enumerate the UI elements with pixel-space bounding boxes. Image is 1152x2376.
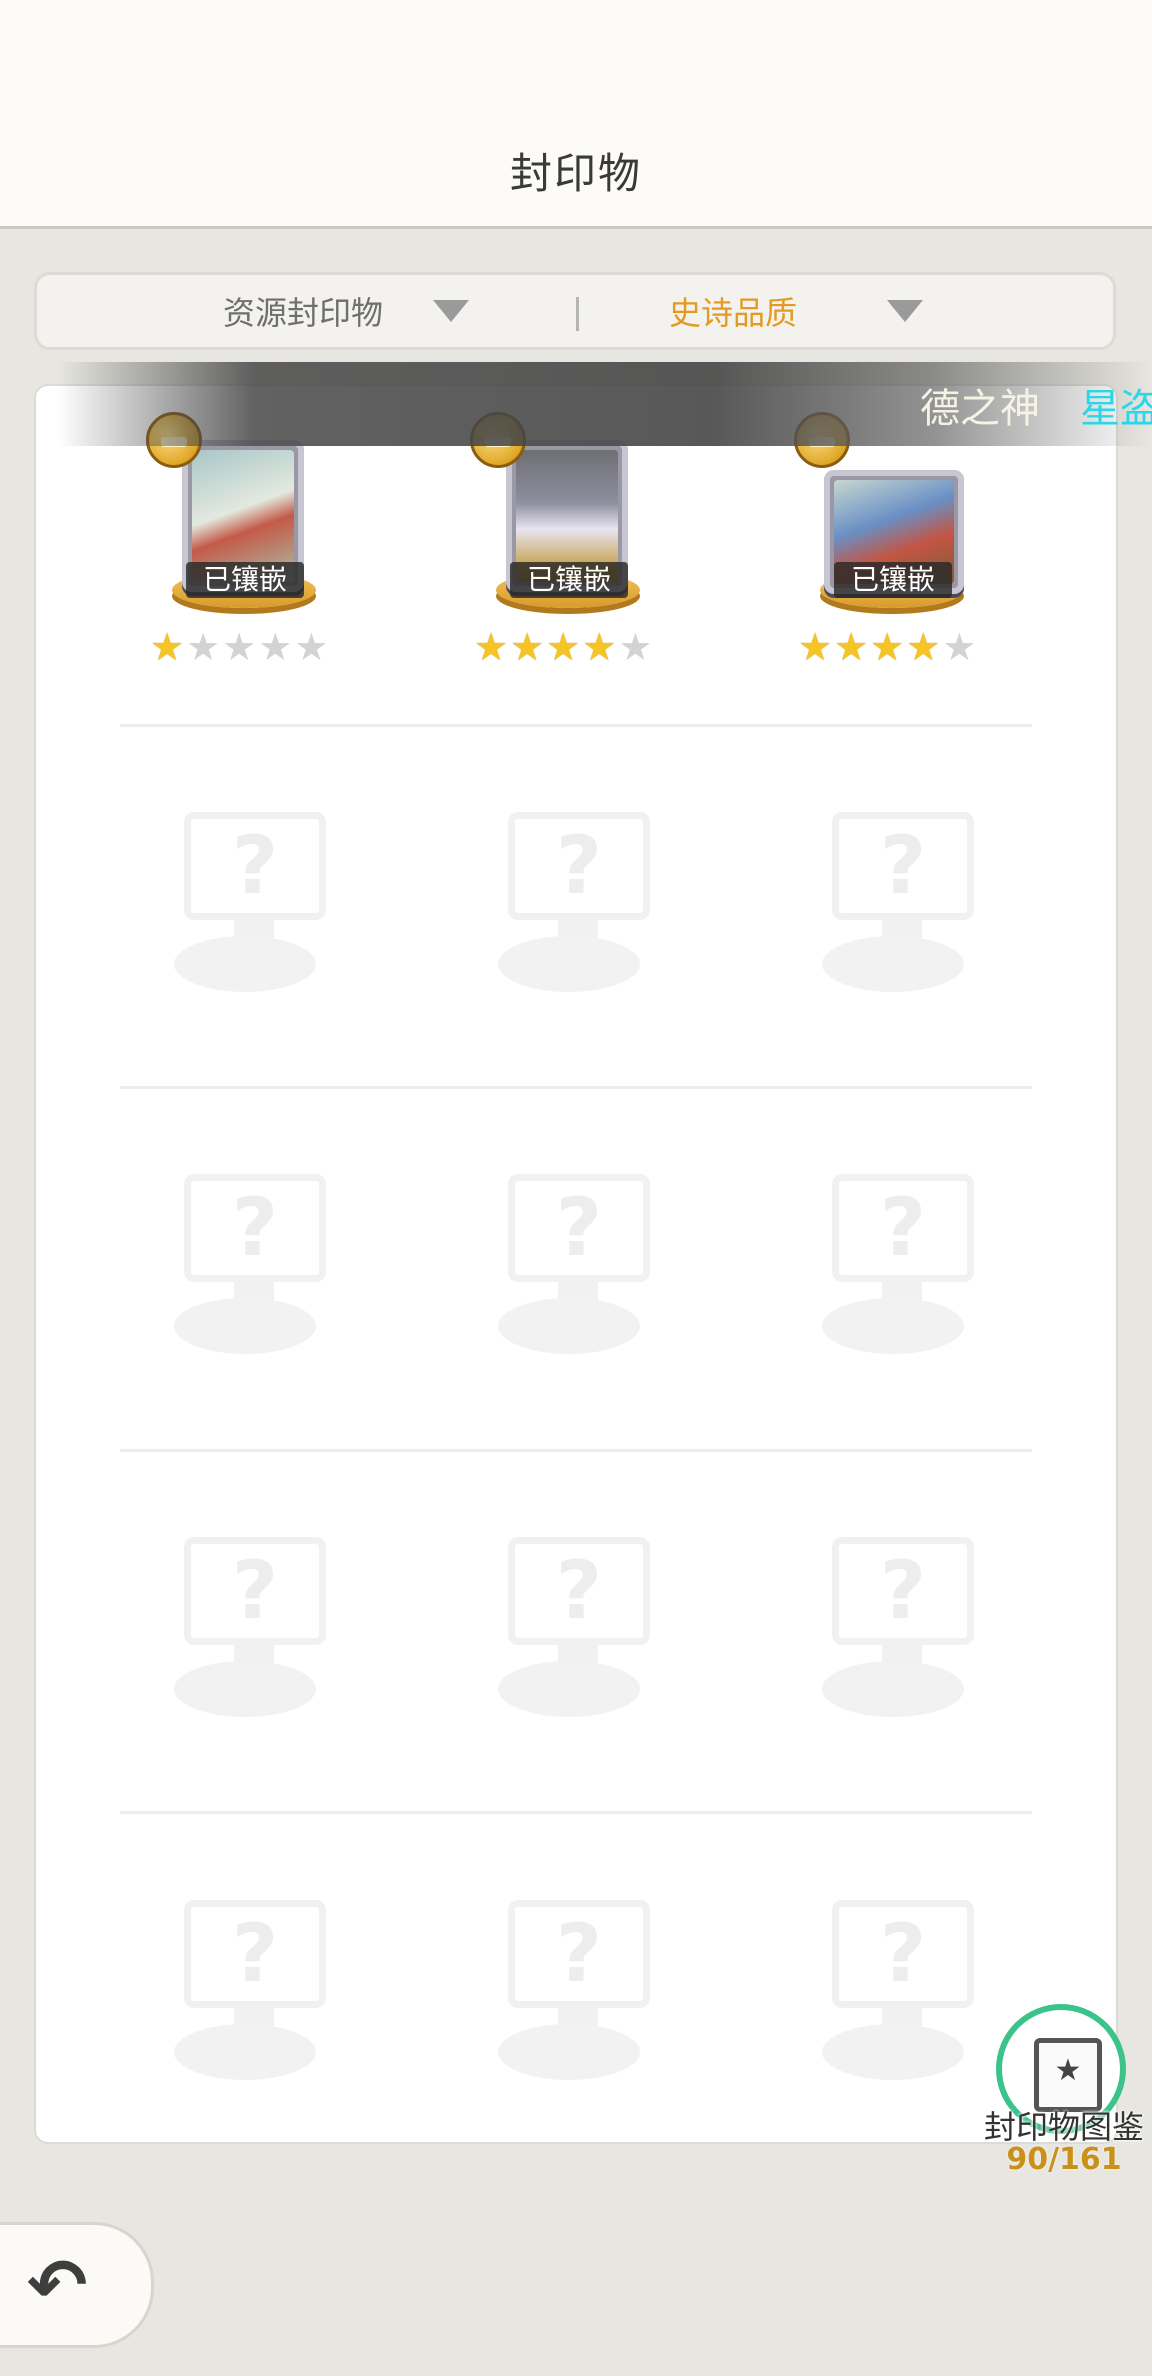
star-filled-icon: ★ <box>834 625 869 669</box>
resource-filter-label: 资源封印物 <box>223 294 384 332</box>
question-mark-icon: ? <box>879 1544 927 1637</box>
question-mark-icon: ? <box>555 819 603 912</box>
back-arrow-icon: ↶ <box>27 2243 88 2327</box>
star-empty-icon: ★ <box>294 625 329 669</box>
seal-slot-3[interactable]: 已镶嵌 ★ ★ ★ ★ ★ <box>794 412 994 666</box>
chevron-down-icon <box>887 300 924 322</box>
star-filled-icon: ★ <box>546 625 581 669</box>
seal-slot-2[interactable]: 已镶嵌 ★ ★ ★ ★ ★ <box>470 412 670 666</box>
pedestal <box>498 1661 640 1717</box>
locked-seal-slot[interactable]: ? <box>170 1900 330 2100</box>
pedestal <box>498 936 640 992</box>
back-button[interactable]: ↶ <box>0 2222 154 2348</box>
star-filled-icon: ★ <box>870 625 905 669</box>
locked-seal-slot[interactable]: ? <box>170 812 330 1012</box>
page-title: 封印物 <box>509 149 642 198</box>
question-mark-icon: ? <box>555 1181 603 1274</box>
chevron-down-icon <box>433 300 470 322</box>
question-mark-icon: ? <box>555 1907 603 2000</box>
row-divider <box>120 1449 1032 1452</box>
locked-seal-slot[interactable]: ? <box>818 812 978 1012</box>
locked-seal-slot[interactable]: ? <box>494 1900 654 2100</box>
star-filled-icon: ★ <box>150 625 185 669</box>
pedestal <box>498 1298 640 1354</box>
pedestal <box>174 1298 316 1354</box>
locked-seal-slot[interactable]: ? <box>170 1174 330 1374</box>
scrolling-banner: 德之神 星盗 <box>58 362 1152 446</box>
star-filled-icon: ★ <box>906 625 941 669</box>
header-bar: 封印物 <box>0 0 1152 229</box>
resource-filter-dropdown[interactable]: 资源封印物 <box>223 275 470 347</box>
locked-seal-slot[interactable]: ? <box>494 1174 654 1374</box>
locked-seal-slot[interactable]: ? <box>818 1174 978 1374</box>
pedestal <box>822 1298 964 1354</box>
filter-divider <box>576 297 579 331</box>
banner-text: 德之神 星盗 <box>920 386 1152 432</box>
question-mark-icon: ? <box>231 1181 279 1274</box>
star-filled-icon: ★ <box>474 625 509 669</box>
pedestal <box>174 1661 316 1717</box>
locked-seal-slot[interactable]: ? <box>818 1900 978 2100</box>
locked-seal-slot[interactable]: ? <box>818 1537 978 1737</box>
locked-seal-slot[interactable]: ? <box>170 1537 330 1737</box>
star-empty-icon: ★ <box>618 625 653 669</box>
star-filled-icon: ★ <box>582 625 617 669</box>
quality-filter-label: 史诗品质 <box>669 294 798 332</box>
star-rating: ★ ★ ★ ★ ★ <box>798 628 984 666</box>
pedestal <box>822 1661 964 1717</box>
locked-seal-slot[interactable]: ? <box>494 1537 654 1737</box>
question-mark-icon: ? <box>879 819 927 912</box>
question-mark-icon: ? <box>879 1907 927 2000</box>
star-rating: ★ ★ ★ ★ ★ <box>474 628 660 666</box>
book-star-icon: ★ <box>1034 2038 1102 2112</box>
question-mark-icon: ? <box>231 819 279 912</box>
pedestal <box>498 2024 640 2080</box>
quality-filter-dropdown[interactable]: 史诗品质 <box>669 275 924 347</box>
codex-count: 90/161 <box>1006 2142 1122 2177</box>
pedestal <box>822 936 964 992</box>
row-divider <box>120 724 1032 727</box>
seal-slot-1[interactable]: 已镶嵌 ★ ★ ★ ★ ★ <box>146 412 346 666</box>
filter-bar: 资源封印物 史诗品质 <box>34 272 1116 350</box>
star-filled-icon: ★ <box>798 625 833 669</box>
star-empty-icon: ★ <box>186 625 221 669</box>
pedestal <box>822 2024 964 2080</box>
star-rating: ★ ★ ★ ★ ★ <box>150 628 336 666</box>
question-mark-icon: ? <box>231 1544 279 1637</box>
row-divider <box>120 1811 1032 1814</box>
star-empty-icon: ★ <box>258 625 293 669</box>
row-divider <box>120 1086 1032 1089</box>
inlaid-badge: 已镶嵌 <box>186 562 304 598</box>
question-mark-icon: ? <box>555 1544 603 1637</box>
star-empty-icon: ★ <box>942 625 977 669</box>
pedestal <box>174 2024 316 2080</box>
inlaid-badge: 已镶嵌 <box>834 562 952 598</box>
star-empty-icon: ★ <box>222 625 257 669</box>
locked-seal-slot[interactable]: ? <box>494 812 654 1012</box>
star-filled-icon: ★ <box>510 625 545 669</box>
pedestal <box>174 936 316 992</box>
inlaid-badge: 已镶嵌 <box>510 562 628 598</box>
question-mark-icon: ? <box>231 1907 279 2000</box>
question-mark-icon: ? <box>879 1181 927 1274</box>
